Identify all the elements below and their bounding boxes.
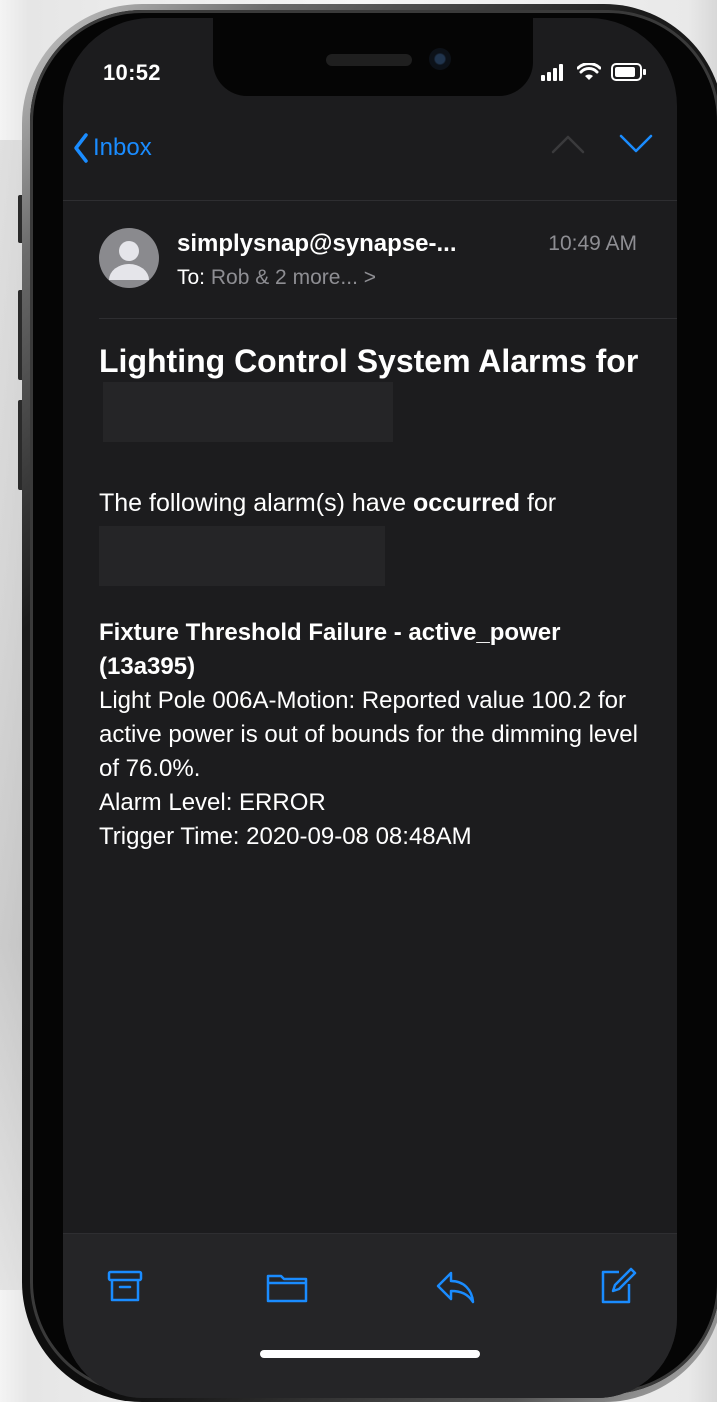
intro-suffix: for: [520, 489, 557, 517]
status-icons: [541, 63, 647, 81]
phone-screen: 10:52 Inbox simplysnap@synapse-... 10:49…: [63, 18, 677, 1398]
recipients-line[interactable]: To: Rob & 2 more... >: [177, 266, 376, 290]
redacted-block: [103, 382, 393, 442]
to-label: To:: [177, 266, 206, 289]
cellular-signal-icon: [541, 64, 563, 81]
status-time: 10:52: [103, 60, 161, 85]
received-time: 10:49 AM: [548, 232, 637, 255]
intro-prefix: The following alarm(s) have: [99, 489, 414, 517]
message-nav-arrows: [551, 132, 653, 156]
sender-address[interactable]: simplysnap@synapse-...: [177, 230, 457, 258]
battery-icon: [611, 63, 646, 81]
intro-bold: occurred: [413, 489, 520, 517]
wifi-icon: [577, 63, 601, 80]
reply-icon[interactable]: [433, 1264, 477, 1308]
folder-icon[interactable]: [265, 1264, 309, 1308]
redacted-block: [99, 526, 385, 586]
nav-divider: [63, 200, 677, 201]
speaker-grille: [326, 54, 412, 66]
notch: [213, 18, 533, 96]
chevron-left-icon: [74, 133, 88, 163]
compose-icon[interactable]: [595, 1264, 639, 1308]
message-subject: Lighting Control System Alarms for: [99, 340, 659, 442]
alarm-title: Fixture Threshold Failure - active_power…: [99, 619, 561, 680]
recipients: Rob & 2 more... >: [210, 266, 377, 289]
avatar[interactable]: [99, 228, 159, 288]
camera-icon: [429, 48, 451, 70]
header-divider: [99, 318, 677, 319]
chevron-down-icon[interactable]: [619, 132, 653, 156]
archive-icon[interactable]: [103, 1264, 147, 1308]
message-header: simplysnap@synapse-... 10:49 AM To: Rob …: [63, 208, 677, 318]
nav-bar: Inbox: [63, 118, 677, 200]
home-indicator[interactable]: [260, 1350, 480, 1358]
alarm-trigger-time: Trigger Time: 2020-09-08 08:48AM: [99, 823, 472, 850]
bottom-toolbar: [63, 1233, 677, 1398]
message-body: Lighting Control System Alarms for The f…: [99, 340, 659, 854]
subject-text: Lighting Control System Alarms for: [99, 343, 639, 379]
chevron-up-icon[interactable]: [551, 132, 585, 156]
person-icon: [109, 241, 149, 280]
intro-text: The following alarm(s) have occurred for: [99, 486, 659, 520]
alarm-level: Alarm Level: ERROR: [99, 789, 326, 816]
back-label: Inbox: [93, 134, 152, 161]
alarm-description: Light Pole 006A-Motion: Reported value 1…: [99, 687, 638, 782]
back-to-inbox-button[interactable]: Inbox: [73, 132, 152, 164]
